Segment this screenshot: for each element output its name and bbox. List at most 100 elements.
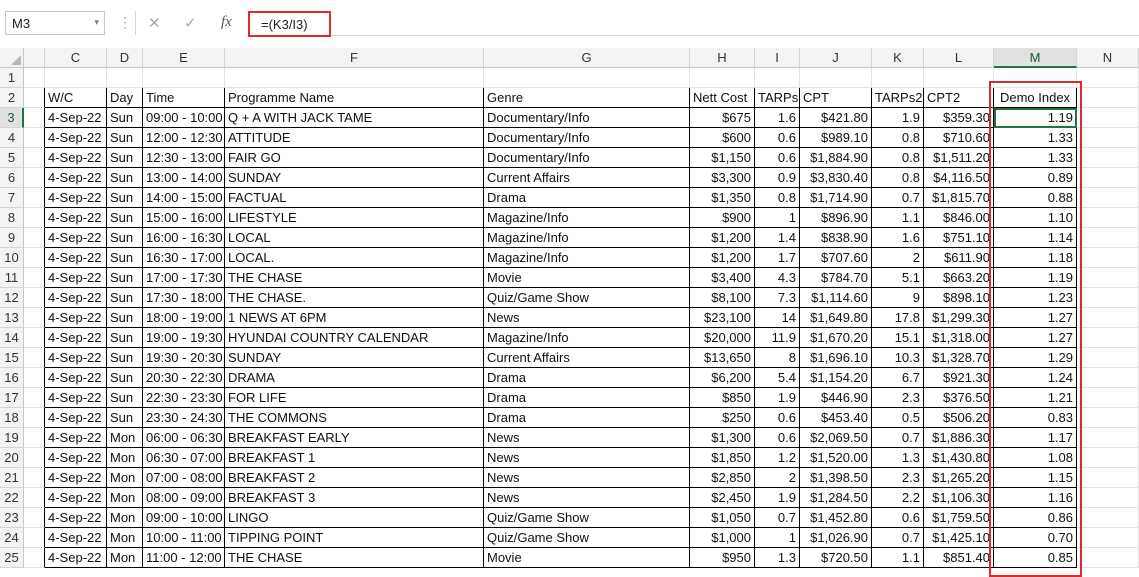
table-cell[interactable] xyxy=(45,68,107,88)
table-cell[interactable]: 1 NEWS AT 6PM xyxy=(225,308,484,328)
table-cell[interactable]: 2 xyxy=(755,468,800,488)
table-cell[interactable]: 1.16 xyxy=(994,488,1077,508)
table-cell[interactable]: 4-Sep-22 xyxy=(45,428,107,448)
table-cell[interactable]: $1,200 xyxy=(690,228,755,248)
table-cell[interactable]: Mon xyxy=(107,508,143,528)
chevron-down-icon[interactable]: ▾ xyxy=(94,17,99,28)
table-cell[interactable] xyxy=(1077,228,1139,248)
table-cell[interactable]: $1,759.50 xyxy=(924,508,994,528)
table-cell[interactable] xyxy=(24,388,45,408)
table-cell[interactable]: $1,106.30 xyxy=(924,488,994,508)
table-cell[interactable]: 0.89 xyxy=(994,168,1077,188)
row-header-14[interactable]: 14 xyxy=(0,328,24,348)
table-cell[interactable]: News xyxy=(484,428,690,448)
table-cell[interactable]: BREAKFAST 1 xyxy=(225,448,484,468)
column-header-L[interactable]: L xyxy=(924,48,994,68)
table-cell[interactable]: FOR LIFE xyxy=(225,388,484,408)
table-cell[interactable]: 15.1 xyxy=(872,328,924,348)
table-cell[interactable]: 4-Sep-22 xyxy=(45,128,107,148)
table-cell[interactable] xyxy=(24,248,45,268)
column-header-D[interactable]: D xyxy=(107,48,143,68)
table-cell[interactable]: 1.18 xyxy=(994,248,1077,268)
table-cell[interactable]: $2,450 xyxy=(690,488,755,508)
table-cell[interactable] xyxy=(24,488,45,508)
table-cell[interactable] xyxy=(24,108,45,128)
table-cell[interactable]: $3,400 xyxy=(690,268,755,288)
table-cell[interactable]: $1,299.30 xyxy=(924,308,994,328)
row-header-13[interactable]: 13 xyxy=(0,308,24,328)
table-cell[interactable] xyxy=(1077,128,1139,148)
table-cell[interactable]: 0.70 xyxy=(994,528,1077,548)
table-cell[interactable]: $1,000 xyxy=(690,528,755,548)
table-cell[interactable]: Sun xyxy=(107,148,143,168)
table-cell[interactable] xyxy=(24,428,45,448)
table-cell[interactable]: 1.27 xyxy=(994,308,1077,328)
table-cell[interactable] xyxy=(1077,448,1139,468)
table-cell[interactable] xyxy=(1077,328,1139,348)
table-cell[interactable]: $20,000 xyxy=(690,328,755,348)
table-cell[interactable]: 1.19 xyxy=(994,108,1077,128)
table-cell[interactable]: $950 xyxy=(690,548,755,568)
table-cell[interactable] xyxy=(755,68,800,88)
table-cell[interactable]: $1,520.00 xyxy=(800,448,872,468)
row-header-25[interactable]: 25 xyxy=(0,548,24,568)
table-cell[interactable]: 4-Sep-22 xyxy=(45,388,107,408)
table-cell[interactable] xyxy=(1077,548,1139,568)
column-header-J[interactable]: J xyxy=(800,48,872,68)
row-header-17[interactable]: 17 xyxy=(0,388,24,408)
header-cell[interactable]: CPT xyxy=(800,88,872,108)
table-cell[interactable]: 11:00 - 12:00 xyxy=(143,548,225,568)
table-cell[interactable]: Magazine/Info xyxy=(484,328,690,348)
table-cell[interactable]: 4-Sep-22 xyxy=(45,288,107,308)
table-cell[interactable]: 1.2 xyxy=(755,448,800,468)
table-cell[interactable]: $359.30 xyxy=(924,108,994,128)
table-cell[interactable] xyxy=(1077,468,1139,488)
table-cell[interactable]: 17.8 xyxy=(872,308,924,328)
table-cell[interactable]: $1,886.30 xyxy=(924,428,994,448)
table-cell[interactable] xyxy=(24,128,45,148)
table-cell[interactable]: 1.9 xyxy=(872,108,924,128)
table-cell[interactable]: 1.3 xyxy=(755,548,800,568)
header-cell[interactable]: Day xyxy=(107,88,143,108)
header-cell[interactable] xyxy=(24,88,45,108)
table-cell[interactable]: $1,696.10 xyxy=(800,348,872,368)
column-header-N[interactable]: N xyxy=(1077,48,1139,68)
table-cell[interactable]: $4,116.50 xyxy=(924,168,994,188)
row-header-10[interactable]: 10 xyxy=(0,248,24,268)
table-cell[interactable]: $421.80 xyxy=(800,108,872,128)
row-header-22[interactable]: 22 xyxy=(0,488,24,508)
table-cell[interactable]: 4-Sep-22 xyxy=(45,148,107,168)
table-cell[interactable]: 1.17 xyxy=(994,428,1077,448)
table-cell[interactable]: 0.8 xyxy=(872,128,924,148)
table-cell[interactable]: Mon xyxy=(107,468,143,488)
table-cell[interactable]: THE CHASE xyxy=(225,268,484,288)
table-cell[interactable]: 4-Sep-22 xyxy=(45,448,107,468)
table-cell[interactable] xyxy=(24,368,45,388)
header-cell[interactable]: TARPs xyxy=(755,88,800,108)
table-cell[interactable]: $675 xyxy=(690,108,755,128)
table-cell[interactable]: $23,100 xyxy=(690,308,755,328)
table-cell[interactable]: 10.3 xyxy=(872,348,924,368)
row-header-21[interactable]: 21 xyxy=(0,468,24,488)
table-cell[interactable]: Drama xyxy=(484,368,690,388)
table-cell[interactable]: 4-Sep-22 xyxy=(45,188,107,208)
table-cell[interactable]: 0.85 xyxy=(994,548,1077,568)
table-cell[interactable]: Mon xyxy=(107,528,143,548)
table-cell[interactable]: 7.3 xyxy=(755,288,800,308)
table-cell[interactable]: 23:30 - 24:30 xyxy=(143,408,225,428)
table-cell[interactable]: 09:00 - 10:00 xyxy=(143,508,225,528)
table-cell[interactable]: 17:00 - 17:30 xyxy=(143,268,225,288)
row-header-19[interactable]: 19 xyxy=(0,428,24,448)
table-cell[interactable]: Mon xyxy=(107,428,143,448)
table-cell[interactable]: 1.14 xyxy=(994,228,1077,248)
table-cell[interactable] xyxy=(24,328,45,348)
table-cell[interactable] xyxy=(143,68,225,88)
row-header-5[interactable]: 5 xyxy=(0,148,24,168)
header-cell[interactable]: CPT2 xyxy=(924,88,994,108)
table-cell[interactable]: Sun xyxy=(107,248,143,268)
table-cell[interactable]: $8,100 xyxy=(690,288,755,308)
table-cell[interactable] xyxy=(24,308,45,328)
table-cell[interactable]: 0.8 xyxy=(755,188,800,208)
table-cell[interactable]: $710.60 xyxy=(924,128,994,148)
table-cell[interactable]: 0.7 xyxy=(755,508,800,528)
